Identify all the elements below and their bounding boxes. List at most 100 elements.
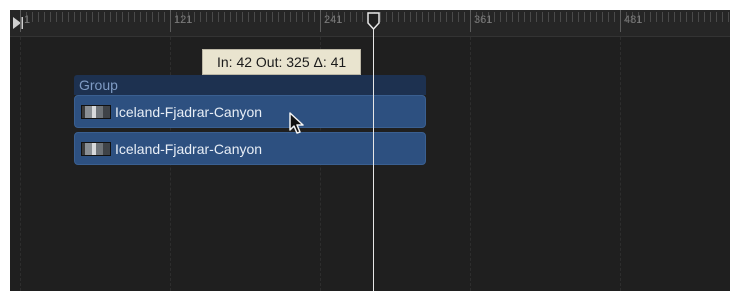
ruler-tick (164, 12, 165, 22)
ruler-tick (404, 12, 405, 22)
ruler-tick (560, 12, 561, 22)
ruler-tick (602, 12, 603, 22)
clip-name: Iceland-Fjadrar-Canyon (115, 141, 263, 157)
ruler-tick (710, 12, 711, 22)
ruler-tick (398, 12, 399, 22)
ruler-tick (458, 12, 459, 22)
ruler-tick (518, 12, 519, 22)
ruler-tick (494, 12, 495, 22)
ruler-major-tick (170, 10, 171, 32)
ruler-tick (314, 12, 315, 22)
ruler-tick (98, 12, 99, 22)
ruler-tick (278, 12, 279, 22)
ruler-label-241: 241 (324, 14, 343, 26)
ruler-tick (410, 12, 411, 22)
ruler-tick (440, 12, 441, 22)
ruler-tick (686, 12, 687, 22)
ruler-label-481: 481 (624, 14, 643, 26)
ruler-major-tick (470, 10, 471, 32)
ruler-tick (716, 12, 717, 22)
ruler-tick (650, 12, 651, 22)
ruler-tick (110, 12, 111, 22)
ruler-tick (56, 12, 57, 22)
ruler-tick (524, 12, 525, 22)
ruler-tick (248, 12, 249, 22)
ruler-tick (50, 12, 51, 22)
ruler-tick (644, 12, 645, 22)
ruler-tick (272, 12, 273, 22)
ruler-tick (704, 12, 705, 22)
timing-tooltip: In: 42 Out: 325 Δ: 41 (202, 49, 362, 75)
ruler-tick (446, 12, 447, 22)
clip-thumbnail-icon (81, 142, 111, 156)
ruler-tick (80, 12, 81, 22)
ruler-tick (674, 12, 675, 22)
ruler-tick (260, 12, 261, 22)
ruler-tick (530, 12, 531, 22)
ruler-tick (698, 12, 699, 22)
ruler-tick (434, 12, 435, 22)
ruler-tick (668, 12, 669, 22)
playhead-handle-icon[interactable] (366, 12, 381, 30)
ruler-tick (452, 12, 453, 22)
ruler-tick (662, 12, 663, 22)
ruler-tick (230, 12, 231, 22)
ruler-tick (38, 12, 39, 22)
ruler-tick (266, 12, 267, 22)
ruler-tick (290, 12, 291, 22)
ruler-tick (578, 12, 579, 22)
ruler-tick (422, 12, 423, 22)
ruler-tick (224, 12, 225, 22)
ruler-tick (656, 12, 657, 22)
ruler-tick (428, 12, 429, 22)
ruler-tick (158, 12, 159, 22)
ruler-tick (536, 12, 537, 22)
ruler-tick (302, 12, 303, 22)
ruler-tick (506, 12, 507, 22)
mouse-pointer-icon (289, 112, 304, 134)
ruler-tick (296, 12, 297, 22)
ruler-tick (728, 12, 729, 22)
ruler-tick (356, 12, 357, 22)
ruler-tick (362, 12, 363, 22)
ruler-tick (416, 12, 417, 22)
ruler-tick (242, 12, 243, 22)
ruler-tick (722, 12, 723, 22)
ruler-tick (614, 12, 615, 22)
ruler-tick (284, 12, 285, 22)
ruler-major-tick (320, 10, 321, 32)
ruler-tick (692, 12, 693, 22)
clip-thumbnail-icon (81, 105, 111, 119)
ruler-tick (542, 12, 543, 22)
ruler-tick (32, 12, 33, 22)
grid-line (20, 37, 21, 291)
ruler-tick (548, 12, 549, 22)
ruler-major-tick (20, 10, 21, 32)
ruler-tick (86, 12, 87, 22)
ruler-tick (104, 12, 105, 22)
ruler-tick (68, 12, 69, 22)
ruler-tick (128, 12, 129, 22)
ruler-tick (212, 12, 213, 22)
ruler-tick (344, 12, 345, 22)
playhead-line[interactable] (373, 24, 374, 291)
ruler-tick (194, 12, 195, 22)
ruler-tick (350, 12, 351, 22)
ruler-label-1: 1 (24, 14, 31, 26)
ruler-tick (206, 12, 207, 22)
ruler-tick (584, 12, 585, 22)
ruler-tick (200, 12, 201, 22)
ruler-label-121: 121 (174, 14, 193, 26)
ruler-tick (254, 12, 255, 22)
timeline-panel: 1 121 241 361 481 Group Iceland-Fjadrar-… (10, 10, 730, 291)
ruler-tick (134, 12, 135, 22)
ruler-tick (122, 12, 123, 22)
ruler-tick (566, 12, 567, 22)
ruler-tick (464, 12, 465, 22)
ruler-tick (680, 12, 681, 22)
ruler-tick (218, 12, 219, 22)
play-start-icon[interactable] (12, 16, 24, 30)
ruler-tick (116, 12, 117, 22)
ruler-tick (392, 12, 393, 22)
grid-line (620, 37, 621, 291)
